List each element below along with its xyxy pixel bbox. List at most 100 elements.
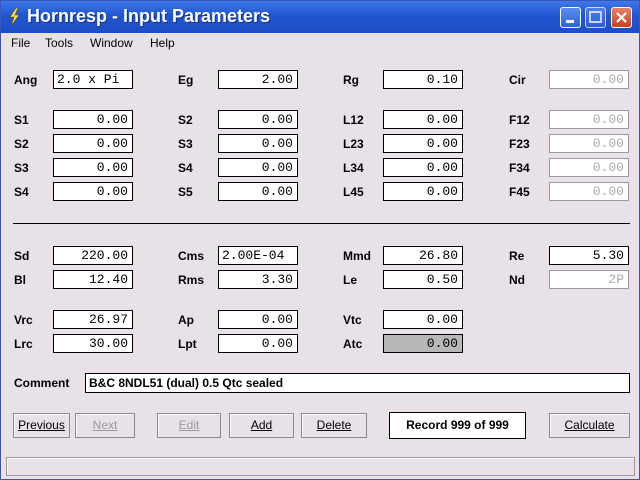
main-window: Hornresp - Input Parameters File Tools W… [0,0,640,480]
field-lrc-r8[interactable]: 30.00 [53,334,133,353]
field-lpt-r8[interactable]: 0.00 [218,334,298,353]
status-bar [6,457,635,476]
label-s3-r3: S3 [14,161,29,175]
field-bl-r6[interactable]: 12.40 [53,270,133,289]
label-cir-r0: Cir [509,73,526,87]
comment-field[interactable]: B&C 8NDL51 (dual) 0.5 Qtc sealed [85,373,630,393]
label-s4-r3: S4 [178,161,193,175]
label-atc-r8: Atc [343,337,363,351]
label-s4-r4: S4 [14,185,29,199]
label-s5-r4: S5 [178,185,193,199]
field-cms-r5[interactable]: 2.00E-04 [218,246,298,265]
label-s2-r1: S2 [178,113,193,127]
label-l34-r3: L34 [343,161,364,175]
label-s3-r2: S3 [178,137,193,151]
label-re-r5: Re [509,249,525,263]
label-nd-r6: Nd [509,273,525,287]
label-f34-r3: F34 [509,161,530,175]
label-l45-r4: L45 [343,185,364,199]
label-cms-r5: Cms [178,249,205,263]
field-s5-r4[interactable]: 0.00 [218,182,298,201]
field-s3-r2[interactable]: 0.00 [218,134,298,153]
field-rg-r0[interactable]: 0.10 [383,70,463,89]
field-s2-r1[interactable]: 0.00 [218,110,298,129]
menu-window[interactable]: Window [90,36,133,50]
calculate-button-label: Calculate [564,418,615,432]
field-f45-r4[interactable]: 0.00 [549,182,629,201]
field-f23-r2[interactable]: 0.00 [549,134,629,153]
label-l23-r2: L23 [343,137,364,151]
maximize-icon [589,11,602,23]
field-eg-r0[interactable]: 2.00 [218,70,298,89]
comment-label: Comment [14,376,70,390]
close-icon [616,12,627,23]
delete-button-label: Delete [316,418,352,432]
field-vrc-r7[interactable]: 26.97 [53,310,133,329]
field-s3-r3[interactable]: 0.00 [53,158,133,177]
edit-button-label: Edit [178,418,200,432]
label-lrc-r8: Lrc [14,337,33,351]
label-f12-r1: F12 [509,113,530,127]
label-eg-r0: Eg [178,73,194,87]
label-mmd-r5: Mmd [343,249,371,263]
field-s1-r1[interactable]: 0.00 [53,110,133,129]
field-mmd-r5[interactable]: 26.80 [383,246,463,265]
label-vtc-r7: Vtc [343,313,362,327]
field-s4-r3[interactable]: 0.00 [218,158,298,177]
maximize-button[interactable] [585,7,606,28]
field-l34-r3[interactable]: 0.00 [383,158,463,177]
label-l12-r1: L12 [343,113,364,127]
close-button[interactable] [611,7,632,28]
label-lpt-r8: Lpt [178,337,197,351]
next-button-label: Next [92,418,118,432]
previous-button-label: Previous [18,418,65,432]
label-sd-r5: Sd [14,249,30,263]
field-l12-r1[interactable]: 0.00 [383,110,463,129]
calculate-button[interactable]: Calculate [549,413,630,438]
label-ang-r0: Ang [14,73,38,87]
add-button-label: Add [250,418,273,432]
field-le-r6[interactable]: 0.50 [383,270,463,289]
minimize-icon [566,20,574,23]
field-ap-r7[interactable]: 0.00 [218,310,298,329]
field-ang-r0[interactable]: 2.0 x Pi [53,70,133,89]
field-vtc-r7[interactable]: 0.00 [383,310,463,329]
record-indicator: Record 999 of 999 [389,412,526,439]
field-s2-r2[interactable]: 0.00 [53,134,133,153]
field-l45-r4[interactable]: 0.00 [383,182,463,201]
field-atc-r8[interactable]: 0.00 [383,334,463,353]
previous-button[interactable]: Previous [13,413,70,438]
window-title: Hornresp - Input Parameters [27,6,271,26]
label-vrc-r7: Vrc [14,313,33,327]
next-button[interactable]: Next [75,413,135,438]
label-le-r6: Le [343,273,358,287]
field-nd-r6[interactable]: 2P [549,270,629,289]
delete-button[interactable]: Delete [301,413,367,438]
label-s1-r1: S1 [14,113,29,127]
label-f23-r2: F23 [509,137,530,151]
field-f34-r3[interactable]: 0.00 [549,158,629,177]
menu-file[interactable]: File [11,36,30,50]
label-ap-r7: Ap [178,313,194,327]
field-f12-r1[interactable]: 0.00 [549,110,629,129]
title-bar[interactable]: Hornresp - Input Parameters [1,1,639,33]
minimize-button[interactable] [560,7,581,28]
label-bl-r6: Bl [14,273,26,287]
menu-tools[interactable]: Tools [45,36,73,50]
field-rms-r6[interactable]: 3.30 [218,270,298,289]
field-s4-r4[interactable]: 0.00 [53,182,133,201]
field-sd-r5[interactable]: 220.00 [53,246,133,265]
section-divider [13,223,630,224]
field-cir-r0[interactable]: 0.00 [549,70,629,89]
menu-bar: File Tools Window Help [1,33,639,53]
label-rg-r0: Rg [343,73,359,87]
app-icon [9,8,20,26]
field-l23-r2[interactable]: 0.00 [383,134,463,153]
label-s2-r2: S2 [14,137,29,151]
label-rms-r6: Rms [178,273,205,287]
edit-button[interactable]: Edit [157,413,221,438]
add-button[interactable]: Add [229,413,294,438]
field-re-r5[interactable]: 5.30 [549,246,629,265]
menu-help[interactable]: Help [150,36,175,50]
label-f45-r4: F45 [509,185,530,199]
